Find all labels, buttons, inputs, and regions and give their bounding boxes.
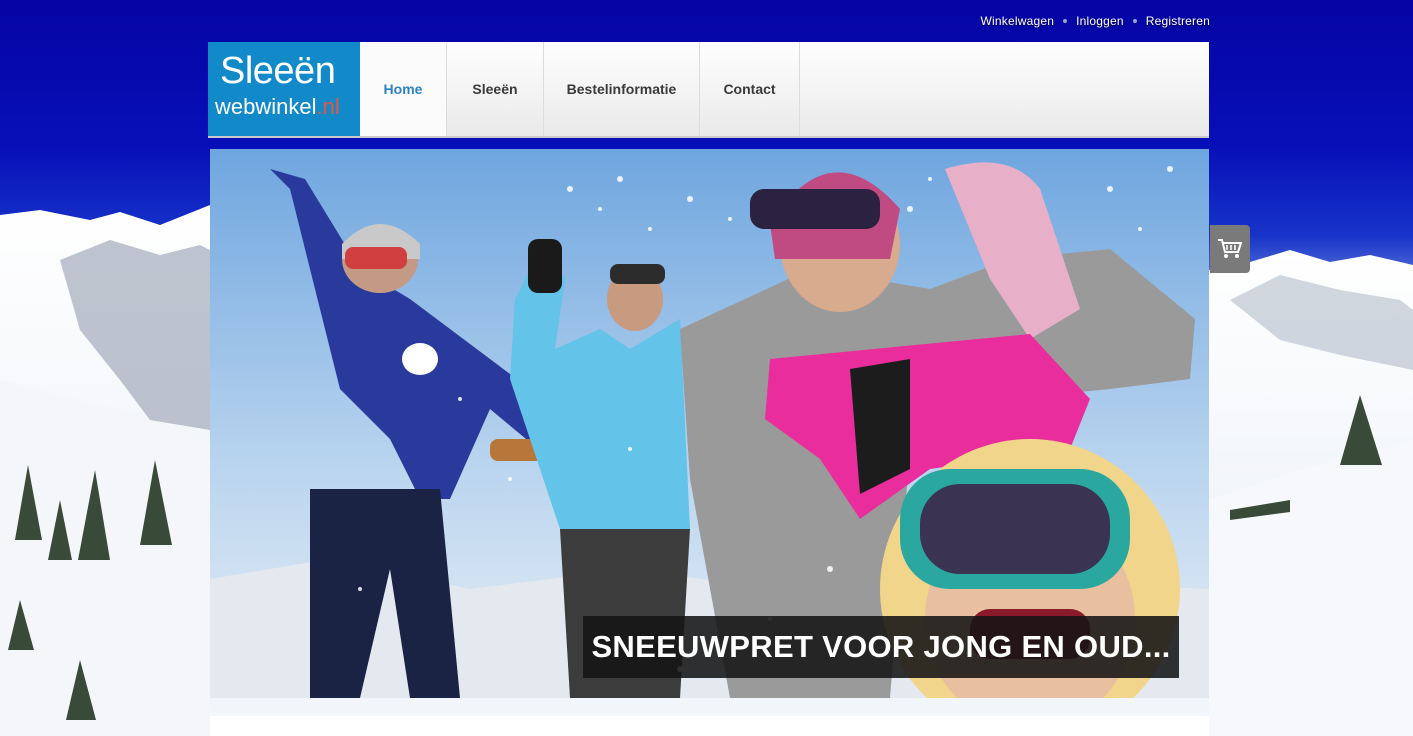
- top-links: Winkelwagen Inloggen Registreren: [981, 14, 1210, 28]
- hero-banner: SNEEUWPRET VOOR JONG EN OUD...: [210, 149, 1209, 698]
- nav-item-sleeen[interactable]: Sleeën: [447, 42, 544, 136]
- nav-item-home[interactable]: Home: [360, 42, 447, 136]
- main-nav: Home Sleeën Bestelinformatie Contact: [360, 42, 800, 136]
- hero-caption: SNEEUWPRET VOOR JONG EN OUD...: [583, 616, 1179, 678]
- logo-line2-ext: .nl: [316, 94, 340, 119]
- nav-item-bestelinformatie[interactable]: Bestelinformatie: [544, 42, 700, 136]
- nav-item-contact[interactable]: Contact: [700, 42, 800, 136]
- site-header: Sleeën webwinkel.nl Home Sleeën Bestelin…: [208, 42, 1209, 138]
- content-area: [210, 716, 1209, 736]
- login-link[interactable]: Inloggen: [1076, 14, 1124, 28]
- logo-line1: Sleeën: [220, 50, 336, 92]
- cart-link[interactable]: Winkelwagen: [981, 14, 1055, 28]
- logo-line2-main: webwinkel: [215, 94, 317, 119]
- logo-line2: webwinkel.nl: [215, 94, 340, 120]
- shopping-cart-tab[interactable]: [1210, 225, 1250, 273]
- separator-dot: [1132, 18, 1137, 23]
- site-logo[interactable]: Sleeën webwinkel.nl: [208, 42, 360, 136]
- separator-dot: [1063, 18, 1068, 23]
- register-link[interactable]: Registreren: [1146, 14, 1210, 28]
- shopping-cart-icon: [1218, 239, 1243, 258]
